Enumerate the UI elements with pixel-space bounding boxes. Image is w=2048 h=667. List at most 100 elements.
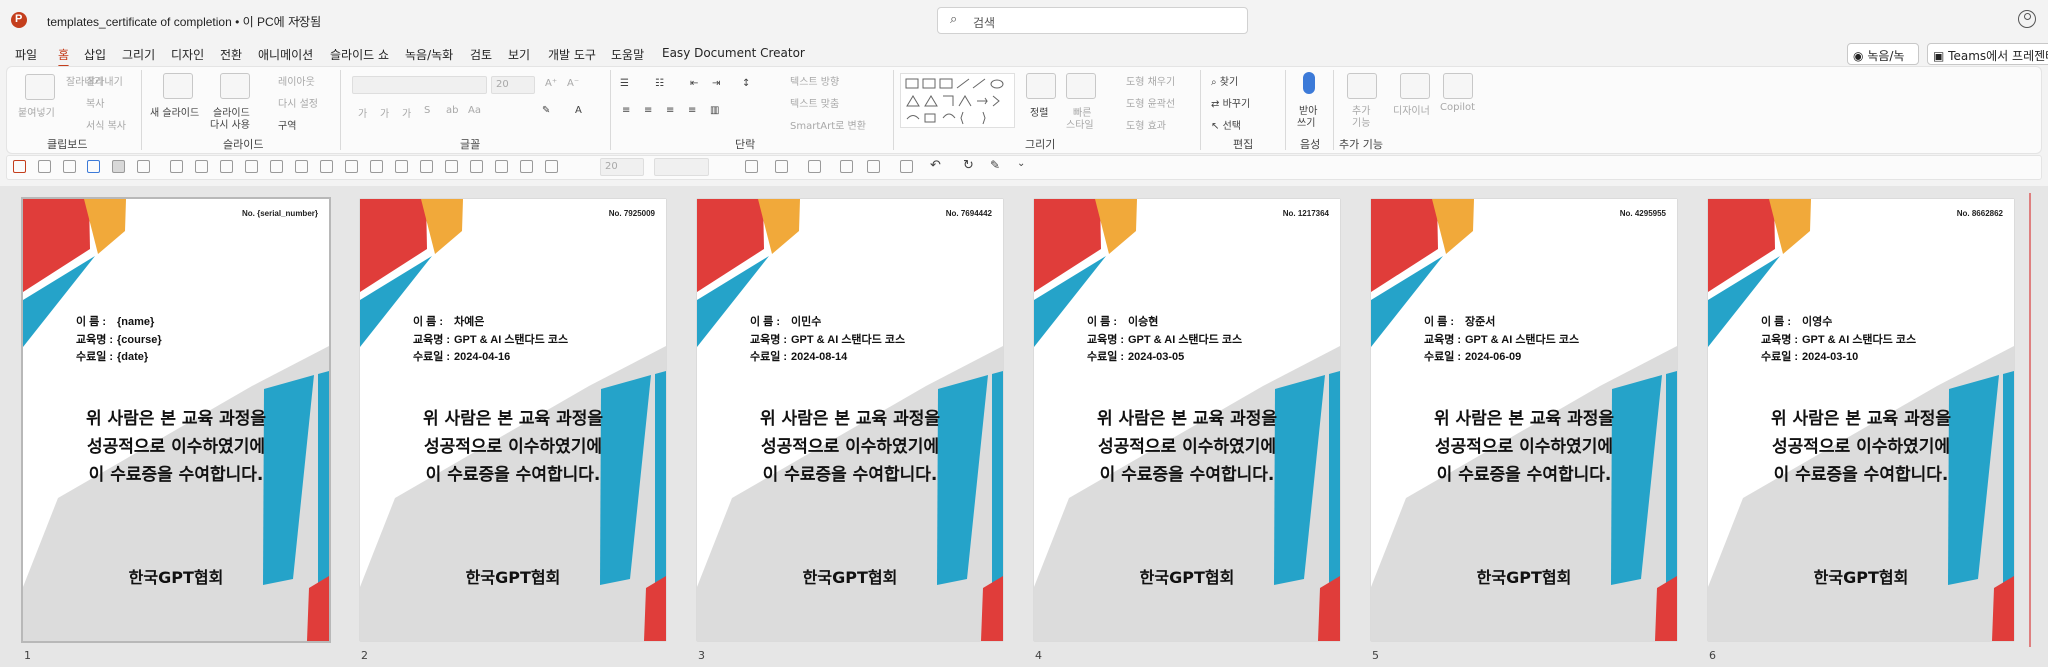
tab-record[interactable]: 녹음/녹화: [405, 46, 453, 63]
font-color-icon[interactable]: A: [575, 105, 582, 116]
shape-icon[interactable]: [445, 160, 458, 173]
tab-easy-document-creator[interactable]: Easy Document Creator: [662, 46, 805, 60]
new-slide-button[interactable]: 새 슬라이드: [150, 104, 199, 119]
table-icon[interactable]: [195, 160, 208, 173]
scrollbar[interactable]: [2029, 193, 2031, 647]
distribute-icon[interactable]: [295, 160, 308, 173]
tab-developer[interactable]: 개발 도구: [548, 46, 596, 63]
shapes-gallery[interactable]: [900, 73, 1015, 128]
tab-insert[interactable]: 삽입: [84, 46, 106, 63]
new-slide-icon[interactable]: [163, 73, 193, 99]
reuse-slides-label-2[interactable]: 다시 사용: [210, 116, 250, 131]
align-left-icon[interactable]: ≡: [622, 105, 630, 116]
save-icon[interactable]: [13, 160, 26, 173]
chevron-down-icon[interactable]: ⌄: [294, 13, 302, 24]
decrease-indent-icon[interactable]: ⇤: [690, 78, 698, 89]
reset-button[interactable]: 다시 설정: [278, 95, 318, 110]
copilot-icon[interactable]: [1443, 73, 1473, 99]
italic-icon[interactable]: 가: [380, 105, 389, 120]
find-button[interactable]: ⌕ 찾기: [1211, 73, 1238, 88]
slide-thumbnail-1[interactable]: No. {serial_number} 이 름 : {name} 교육명 : {co…: [21, 197, 331, 643]
slide-thumbnail-2[interactable]: No. 7925009 이 름 : 차예은 교육명 : GPT & AI 스탠다드 …: [360, 199, 666, 641]
section-button[interactable]: 구역: [278, 117, 296, 132]
select-button[interactable]: ↖ 선택: [1211, 117, 1241, 132]
redo-icon[interactable]: ↻: [963, 158, 974, 173]
tab-transitions[interactable]: 전환: [220, 46, 242, 63]
reuse-slides-icon[interactable]: [220, 73, 250, 99]
merge-icon[interactable]: [867, 160, 880, 173]
customize-qat-icon[interactable]: ⌄: [1017, 158, 1025, 169]
tab-view[interactable]: 보기: [508, 46, 530, 63]
line-spacing-icon[interactable]: ↕: [742, 78, 750, 89]
align-right-icon[interactable]: ≡: [666, 105, 674, 116]
change-case-icon[interactable]: Aa: [468, 105, 481, 116]
increase-font-icon[interactable]: A⁺: [545, 78, 557, 89]
align-text-button[interactable]: 텍스트 맞춤: [790, 95, 839, 110]
document-title[interactable]: templates_certificate of completion • 이 …: [47, 13, 321, 30]
crop-icon[interactable]: [137, 160, 150, 173]
slide-thumbnail-4[interactable]: No. 1217364 이 름 : 이승현 교육명 : GPT & AI 스탠다드 …: [1034, 199, 1340, 641]
designer-button[interactable]: 디자이너: [1393, 102, 1430, 117]
columns-icon[interactable]: ▥: [710, 105, 719, 116]
copilot-button[interactable]: Copilot: [1440, 102, 1475, 113]
transform-icon[interactable]: [808, 160, 821, 173]
smartart-button[interactable]: SmartArt로 변환: [790, 117, 866, 132]
bullets-icon[interactable]: ☰: [620, 78, 629, 89]
paste-icon[interactable]: [25, 74, 55, 100]
strikethrough-icon[interactable]: S: [424, 105, 430, 116]
image-icon[interactable]: [900, 160, 913, 173]
quick-styles-icon[interactable]: [1066, 73, 1096, 99]
tab-home[interactable]: 홈: [58, 46, 70, 68]
arrange-button[interactable]: 정렬: [1030, 104, 1048, 119]
microphone-icon[interactable]: [1303, 72, 1315, 94]
tab-draw[interactable]: 그리기: [122, 46, 155, 63]
paint-icon[interactable]: [470, 160, 483, 173]
rotate-icon[interactable]: [420, 160, 433, 173]
arrange-icon[interactable]: [1026, 73, 1056, 99]
grid-icon[interactable]: [112, 160, 125, 173]
add-ins-icon[interactable]: [1347, 73, 1377, 99]
edit-icon[interactable]: [38, 160, 51, 173]
designer-icon[interactable]: [1400, 73, 1430, 99]
justify-icon[interactable]: ≡: [688, 105, 696, 116]
slide-thumbnail-5[interactable]: No. 4295955 이 름 : 장준서 교육명 : GPT & AI 스탠다드 …: [1371, 199, 1677, 641]
present-in-teams-button[interactable]: ▣ Teams에서 프레젠테: [1927, 43, 2048, 65]
fill-icon[interactable]: [545, 160, 558, 173]
tab-help[interactable]: 도움말: [611, 46, 644, 63]
tab-design[interactable]: 디자인: [171, 46, 204, 63]
paste-button[interactable]: 붙여넣기: [18, 104, 55, 119]
font-size-select[interactable]: 20: [491, 76, 535, 94]
align-middle-icon[interactable]: [320, 160, 333, 173]
tab-animations[interactable]: 애니메이션: [258, 46, 313, 63]
table2-icon[interactable]: [220, 160, 233, 173]
ungroup-icon[interactable]: [395, 160, 408, 173]
qat-font-size-select[interactable]: 20: [600, 158, 644, 176]
highlight-icon[interactable]: ✎: [542, 105, 550, 116]
tab-slideshow[interactable]: 슬라이드 쇼: [330, 46, 389, 63]
frame-icon[interactable]: [245, 160, 258, 173]
align-center-icon[interactable]: ≡: [644, 105, 652, 116]
outline-icon[interactable]: [745, 160, 758, 173]
group-icon[interactable]: [370, 160, 383, 173]
bold-icon[interactable]: 가: [358, 105, 367, 120]
pen-icon[interactable]: [520, 160, 533, 173]
qat-font-select[interactable]: [654, 158, 709, 176]
slide-icon[interactable]: [87, 160, 100, 173]
user-icon[interactable]: [2018, 10, 2036, 28]
tab-review[interactable]: 검토: [470, 46, 492, 63]
slide-thumbnail-6[interactable]: No. 8662862 이 름 : 이영수 교육명 : GPT & AI 스탠다드 …: [1708, 199, 2014, 641]
line-icon[interactable]: [170, 160, 183, 173]
shape-outline-button[interactable]: 도형 윤곽선: [1126, 95, 1175, 110]
effects-icon[interactable]: [775, 160, 788, 173]
font-color-qat-icon[interactable]: [495, 160, 508, 173]
char-spacing-icon[interactable]: ab: [446, 105, 458, 116]
format-painter-button[interactable]: 서식 복사: [86, 117, 126, 132]
increase-indent-icon[interactable]: ⇥: [712, 78, 720, 89]
shape-effects-button[interactable]: 도형 효과: [1126, 117, 1166, 132]
slide-thumbnail-3[interactable]: No. 7694442 이 름 : 이민수 교육명 : GPT & AI 스탠다드 …: [697, 199, 1003, 641]
eraser-icon[interactable]: [840, 160, 853, 173]
add-ins-label-2[interactable]: 기능: [1352, 114, 1370, 129]
shape-fill-button[interactable]: 도형 채우기: [1126, 73, 1175, 88]
align-icon[interactable]: [270, 160, 283, 173]
numbering-icon[interactable]: ☷: [655, 78, 664, 89]
